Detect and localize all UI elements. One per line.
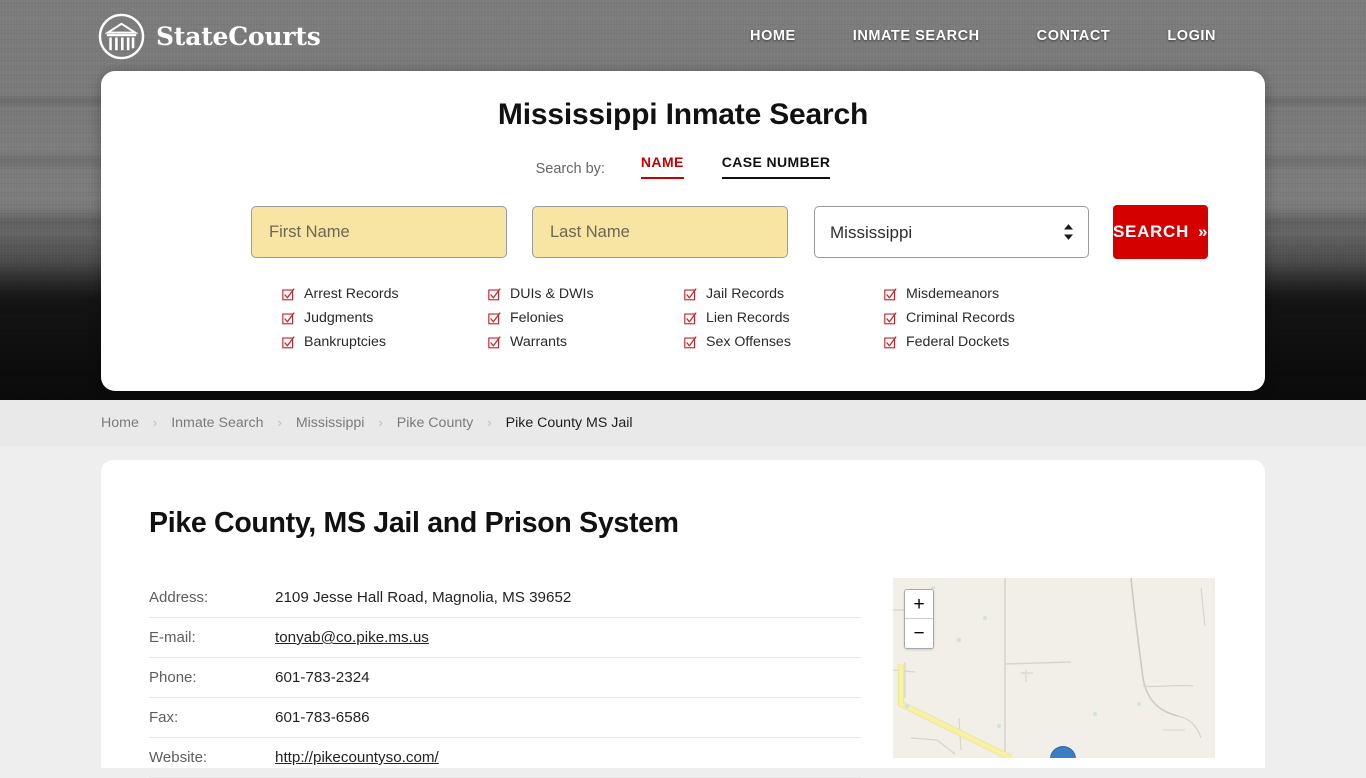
record-type-item[interactable]: Lien Records: [684, 310, 884, 326]
row-value-email: tonyab@co.pike.ms.us: [275, 618, 861, 658]
state-select[interactable]: Mississippi: [814, 206, 1089, 258]
checked-checkbox-icon: [884, 311, 897, 324]
map-zoom-controls: + −: [904, 589, 934, 649]
main-navigation: HOME INMATE SEARCH CONTACT LOGIN: [750, 22, 1216, 50]
record-type-label: Judgments: [304, 310, 374, 326]
nav-item-inmate-search[interactable]: INMATE SEARCH: [853, 22, 980, 50]
breadcrumb-item-home[interactable]: Home: [101, 415, 139, 431]
map-zoom-in-button[interactable]: +: [905, 590, 933, 619]
map-roads: [893, 578, 1215, 758]
brand-logo[interactable]: StateCourts: [98, 13, 321, 60]
record-type-item[interactable]: Arrest Records: [282, 286, 488, 302]
row-value-fax: 601-783-6586: [275, 709, 370, 726]
breadcrumb-item-pike-county[interactable]: Pike County: [397, 415, 474, 431]
record-type-label: Bankruptcies: [304, 334, 387, 350]
record-type-item[interactable]: DUIs & DWIs: [488, 286, 684, 302]
row-value-address: 2109 Jesse Hall Road, Magnolia, MS 39652: [275, 589, 572, 606]
record-type-label: Lien Records: [706, 310, 790, 326]
location-map[interactable]: + −: [893, 578, 1215, 758]
record-type-label: Jail Records: [706, 286, 785, 302]
checked-checkbox-icon: [684, 335, 697, 348]
checked-checkbox-icon: [488, 335, 501, 348]
row-label: Phone:: [149, 669, 197, 686]
checked-checkbox-icon: [884, 335, 897, 348]
checked-checkbox-icon: [884, 287, 897, 300]
table-row: E-mail: tonyab@co.pike.ms.us: [149, 618, 861, 658]
row-label: E-mail:: [149, 629, 196, 646]
record-type-item[interactable]: Criminal Records: [884, 310, 1084, 326]
row-value-website: http://pikecountyso.com/: [275, 738, 861, 778]
record-type-checklist: Arrest Records DUIs & DWIs Jail Records …: [101, 286, 1265, 350]
breadcrumb-separator-icon: ›: [487, 414, 492, 430]
search-button-label: SEARCH: [1113, 222, 1189, 241]
search-panel-title: Mississippi Inmate Search: [497, 98, 869, 131]
search-button[interactable]: SEARCH »: [1113, 205, 1209, 259]
search-by-tabs: Search by: NAME CASE NUMBER: [101, 154, 1265, 179]
breadcrumb-item-inmate-search[interactable]: Inmate Search: [171, 415, 263, 431]
brand-name: StateCourts: [156, 21, 321, 51]
record-type-item[interactable]: Misdemeanors: [884, 286, 1084, 302]
record-type-item[interactable]: Sex Offenses: [684, 334, 884, 350]
website-link[interactable]: http://pikecountyso.com/: [275, 749, 439, 766]
table-row: Fax: 601-783-6586: [149, 698, 861, 738]
record-type-item[interactable]: Jail Records: [684, 286, 884, 302]
map-zoom-out-button[interactable]: −: [905, 619, 933, 648]
last-name-input[interactable]: [532, 206, 788, 258]
site-header: StateCourts HOME INMATE SEARCH CONTACT L…: [0, 0, 1366, 72]
table-row: Website: http://pikecountyso.com/: [149, 738, 861, 778]
row-label: Address:: [149, 589, 209, 606]
search-form: Mississippi SEARCH »: [101, 205, 1265, 259]
breadcrumb-item-mississippi[interactable]: Mississippi: [296, 415, 365, 431]
checked-checkbox-icon: [684, 287, 697, 300]
checked-checkbox-icon: [282, 335, 295, 348]
checked-checkbox-icon: [488, 287, 501, 300]
tab-case-number[interactable]: CASE NUMBER: [721, 154, 831, 179]
record-type-label: DUIs & DWIs: [510, 286, 594, 302]
record-type-item[interactable]: Bankruptcies: [282, 334, 488, 350]
state-select-wrapper: Mississippi: [788, 206, 1089, 258]
breadcrumb-separator-icon: ›: [152, 414, 158, 430]
double-chevron-right-icon: »: [1198, 222, 1209, 241]
email-link[interactable]: tonyab@co.pike.ms.us: [275, 629, 429, 646]
inmate-search-panel: Mississippi Inmate Search Search by: NAM…: [101, 71, 1265, 391]
courthouse-circle-icon: [98, 13, 145, 59]
search-by-label: Search by:: [535, 161, 605, 177]
breadcrumb-separator-icon: ›: [277, 414, 282, 430]
record-type-item[interactable]: Judgments: [282, 310, 488, 326]
record-type-item[interactable]: Felonies: [488, 310, 684, 326]
record-type-label: Criminal Records: [906, 310, 1015, 326]
tab-name[interactable]: NAME: [640, 154, 684, 179]
breadcrumb: Home › Inmate Search › Mississippi › Pik…: [0, 400, 1366, 446]
facility-info-table: Address: 2109 Jesse Hall Road, Magnolia,…: [149, 578, 861, 778]
nav-item-contact[interactable]: CONTACT: [1037, 22, 1111, 50]
row-label: Fax:: [149, 709, 179, 726]
record-type-item[interactable]: Warrants: [488, 334, 684, 350]
checked-checkbox-icon: [684, 311, 697, 324]
table-row: Phone: 601-783-2324: [149, 658, 861, 698]
breadcrumb-item-current: Pike County MS Jail: [505, 415, 633, 431]
breadcrumb-separator-icon: ›: [378, 414, 383, 430]
nav-item-login[interactable]: LOGIN: [1167, 22, 1216, 50]
record-type-label: Felonies: [510, 310, 564, 326]
record-type-label: Sex Offenses: [706, 334, 791, 350]
row-label: Website:: [149, 749, 208, 766]
checked-checkbox-icon: [488, 311, 501, 324]
facility-detail-card: Pike County, MS Jail and Prison System A…: [101, 460, 1265, 778]
nav-item-home[interactable]: HOME: [750, 22, 796, 50]
record-type-label: Misdemeanors: [906, 286, 1000, 302]
hero-banner: COURTHOUSE StateCourts HOME INMATE SEARC…: [0, 0, 1366, 400]
record-type-label: Warrants: [510, 334, 568, 350]
record-type-item[interactable]: Federal Dockets: [884, 334, 1084, 350]
checked-checkbox-icon: [282, 287, 295, 300]
detail-body: Address: 2109 Jesse Hall Road, Magnolia,…: [101, 578, 1265, 778]
first-name-input[interactable]: [251, 206, 507, 258]
record-type-label: Federal Dockets: [906, 334, 1010, 350]
page-title: Pike County, MS Jail and Prison System: [149, 507, 679, 539]
row-value-phone: 601-783-2324: [275, 669, 370, 686]
checked-checkbox-icon: [282, 311, 295, 324]
table-row: Address: 2109 Jesse Hall Road, Magnolia,…: [149, 578, 861, 618]
record-type-label: Arrest Records: [304, 286, 399, 302]
